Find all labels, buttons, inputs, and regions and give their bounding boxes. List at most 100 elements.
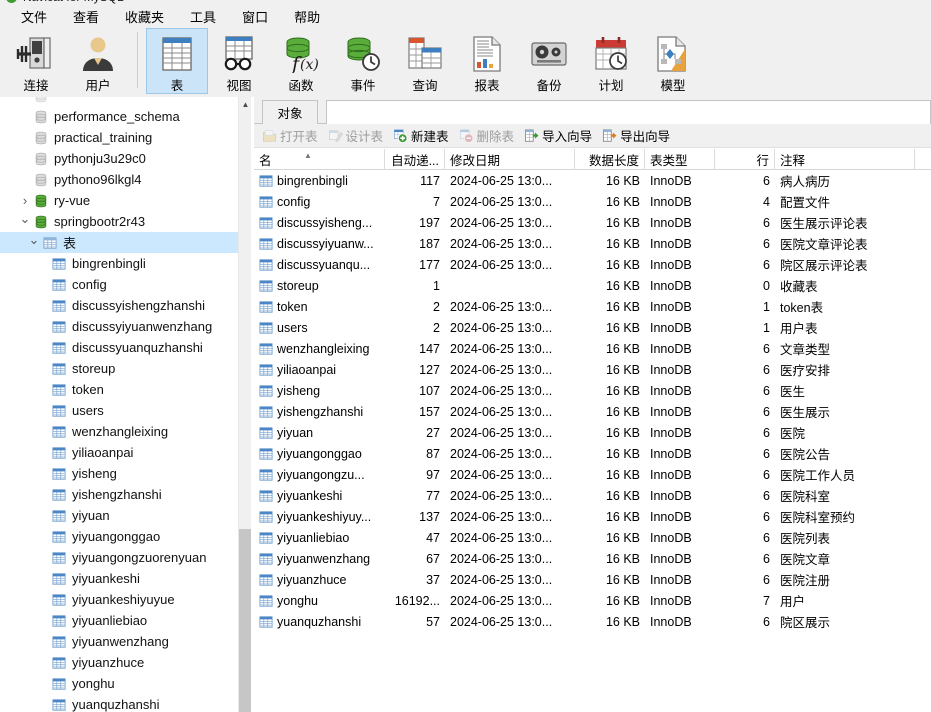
cell-text: 2024-06-25 13:0... (450, 215, 553, 230)
table-list-grid[interactable]: bingrenbingli 117 2024-06-25 13:0... 16 KB I… (254, 170, 931, 712)
cell-autoinc: 117 (385, 170, 445, 191)
cell-text: InnoDB (650, 530, 692, 545)
database-icon-gray (32, 148, 50, 169)
chevron-down-icon[interactable]: ⌄ (18, 209, 32, 230)
column-header-name[interactable]: 名 ▲ (254, 149, 385, 170)
tree-item-partial[interactable] (0, 97, 238, 106)
tree-item-yiyuan[interactable]: yiyuan (0, 505, 238, 526)
cell-modified: 2024-06-25 13:0... (445, 338, 575, 359)
table-row[interactable]: discussyuanqu... 177 2024-06-25 13:0... 16 … (254, 254, 931, 275)
table-row[interactable]: yiyuankeshi 77 2024-06-25 13:0... 16 KB Inno… (254, 485, 931, 506)
table-row[interactable]: yonghu 16192... 2024-06-25 13:0... 16 KB Inn… (254, 590, 931, 611)
column-header-autoinc[interactable]: 自动递... (385, 149, 445, 170)
cell-engine: InnoDB (645, 254, 715, 275)
tree-item-yiyuangonggao[interactable]: yiyuangonggao (0, 526, 238, 547)
tree-item-users[interactable]: users (0, 400, 238, 421)
table-row[interactable]: yisheng 107 2024-06-25 13:0... 16 KB InnoDB 6… (254, 380, 931, 401)
objectbar-import-wizard[interactable]: 导入向导 (519, 124, 597, 147)
tree-item-discussyishengzhanshi[interactable]: discussyishengzhanshi (0, 295, 238, 316)
menu-tools[interactable]: 工具 (177, 5, 229, 28)
database-tree-panel[interactable]: performance_schema practical_training pyth… (0, 97, 238, 712)
table-row[interactable]: config 7 2024-06-25 13:0... 16 KB InnoDB 4 配置文… (254, 191, 931, 212)
tree-item-pythono96lkgl4[interactable]: pythono96lkgl4 (0, 169, 238, 190)
tree-item-yiyuangongzuorenyuan[interactable]: yiyuangongzuorenyuan (0, 547, 238, 568)
toolbar-button-table[interactable]: 表 (146, 28, 208, 94)
table-row[interactable]: users 2 2024-06-25 13:0... 16 KB InnoDB 1 用户表 (254, 317, 931, 338)
chevron-down-icon[interactable]: ⌄ (27, 230, 41, 251)
cell-autoinc: 16192... (385, 590, 445, 611)
column-header-engine[interactable]: 表类型 (645, 149, 715, 170)
tree-item-yiyuankeshi[interactable]: yiyuankeshi (0, 568, 238, 589)
tree-item-yiyuankeshiyuyue[interactable]: yiyuankeshiyuyue (0, 589, 238, 610)
table-row[interactable]: bingrenbingli 117 2024-06-25 13:0... 16 KB I… (254, 170, 931, 191)
column-header-modified[interactable]: 修改日期 (445, 149, 575, 170)
menu-file[interactable]: 文件 (8, 5, 60, 28)
tree-item-config[interactable]: config (0, 274, 238, 295)
tree-item-storeup[interactable]: storeup (0, 358, 238, 379)
tree-item-discussyuanquzhanshi[interactable]: discussyuanquzhanshi (0, 337, 238, 358)
table-row[interactable]: yiyuanzhuce 37 2024-06-25 13:0... 16 KB Inno… (254, 569, 931, 590)
tree-item-yisheng[interactable]: yisheng (0, 463, 238, 484)
toolbar-button-function[interactable]: f (x) 函数 (270, 28, 332, 94)
tree-item-yiyuanliebiao[interactable]: yiyuanliebiao (0, 610, 238, 631)
column-header-rows[interactable]: 行 (715, 149, 775, 170)
cell-text: InnoDB (650, 215, 692, 230)
menu-help[interactable]: 帮助 (281, 5, 333, 28)
cell-text: 7 (433, 194, 440, 209)
table-row[interactable]: yiyuangongzu... 97 2024-06-25 13:0... 16 KB… (254, 464, 931, 485)
cell-text: 6 (763, 446, 770, 461)
table-row[interactable]: yiliaoanpai 127 2024-06-25 13:0... 16 KB Inn… (254, 359, 931, 380)
tree-item-bingrenbingli[interactable]: bingrenbingli (0, 253, 238, 274)
tree-item-表[interactable]: ⌄ 表 (0, 232, 238, 253)
table-row[interactable]: storeup 1 16 KB InnoDB 0 收藏表 (254, 275, 931, 296)
toolbar-button-user[interactable]: 用户 (67, 28, 129, 94)
objectbar-export-wizard[interactable]: 导出向导 (597, 124, 675, 147)
tree-item-yonghu[interactable]: yonghu (0, 673, 238, 694)
tree-item-yiyuanzhuce[interactable]: yiyuanzhuce (0, 652, 238, 673)
tree-item-practical_training[interactable]: practical_training (0, 127, 238, 148)
column-header-comment[interactable]: 注释 (775, 149, 915, 170)
toolbar-button-report[interactable]: 报表 (456, 28, 518, 94)
tree-item-yiyuanwenzhang[interactable]: yiyuanwenzhang (0, 631, 238, 652)
menu-window[interactable]: 窗口 (229, 5, 281, 28)
cell-comment: 医院文章评论表 (775, 233, 915, 254)
table-row[interactable]: token 2 2024-06-25 13:0... 16 KB InnoDB 1 toke… (254, 296, 931, 317)
tree-item-token[interactable]: token (0, 379, 238, 400)
toolbar-button-view[interactable]: 视图 (208, 28, 270, 94)
tab-objects[interactable]: 对象 (262, 100, 318, 124)
table-row[interactable]: yuanquzhanshi 57 2024-06-25 13:0... 16 KB In… (254, 611, 931, 632)
menu-favorites[interactable]: 收藏夹 (112, 5, 177, 28)
objectbar-new-table[interactable]: 新建表 (388, 124, 454, 147)
toolbar-button-query[interactable]: 查询 (394, 28, 456, 94)
tree-item-yuanquzhanshi[interactable]: yuanquzhanshi (0, 694, 238, 712)
table-row[interactable]: yiyuan 27 2024-06-25 13:0... 16 KB InnoDB 6 医院 (254, 422, 931, 443)
report-icon (467, 35, 507, 73)
table-row[interactable]: discussyiyuanw... 187 2024-06-25 13:0... 16… (254, 233, 931, 254)
tree-item-pythonju3u29c0[interactable]: pythonju3u29c0 (0, 148, 238, 169)
table-row[interactable]: yiyuangonggao 87 2024-06-25 13:0... 16 KB In… (254, 443, 931, 464)
column-header-datalen[interactable]: 数据长度 (575, 149, 645, 170)
cell-text: 117 (420, 173, 440, 188)
tree-item-performance_schema[interactable]: performance_schema (0, 106, 238, 127)
table-row[interactable]: yiyuanwenzhang 67 2024-06-25 13:0... 16 KB I… (254, 548, 931, 569)
table-row[interactable]: discussyisheng... 197 2024-06-25 13:0... 16… (254, 212, 931, 233)
cell-comment: 医生展示 (775, 401, 915, 422)
table-row[interactable]: yishengzhanshi 157 2024-06-25 13:0... 16 KB… (254, 401, 931, 422)
toolbar-button-backup[interactable]: 备份 (518, 28, 580, 94)
toolbar-button-event[interactable]: 事件 (332, 28, 394, 94)
tree-item-ry-vue[interactable]: › ry-vue (0, 190, 238, 211)
tree-item-wenzhangleixing[interactable]: wenzhangleixing (0, 421, 238, 442)
table-row[interactable]: yiyuankeshiyuy... 137 2024-06-25 13:0... 16… (254, 506, 931, 527)
table-row[interactable]: wenzhangleixing 147 2024-06-25 13:0... 16 K… (254, 338, 931, 359)
table-row[interactable]: yiyuanliebiao 47 2024-06-25 13:0... 16 KB In… (254, 527, 931, 548)
cell-text: 2024-06-25 13:0... (450, 467, 553, 482)
tree-item-yiliaoanpai[interactable]: yiliaoanpai (0, 442, 238, 463)
sidebar-scrollbar[interactable]: ▲ (238, 97, 252, 712)
tree-item-yishengzhanshi[interactable]: yishengzhanshi (0, 484, 238, 505)
toolbar-button-model[interactable]: 模型 (642, 28, 704, 94)
cell-autoinc: 2 (385, 296, 445, 317)
toolbar-button-schedule[interactable]: 计划 (580, 28, 642, 94)
toolbar-button-connection[interactable]: 连接 (5, 28, 67, 94)
menu-view[interactable]: 查看 (60, 5, 112, 28)
tree-item-discussyiyuanwenzhang[interactable]: discussyiyuanwenzhang (0, 316, 238, 337)
